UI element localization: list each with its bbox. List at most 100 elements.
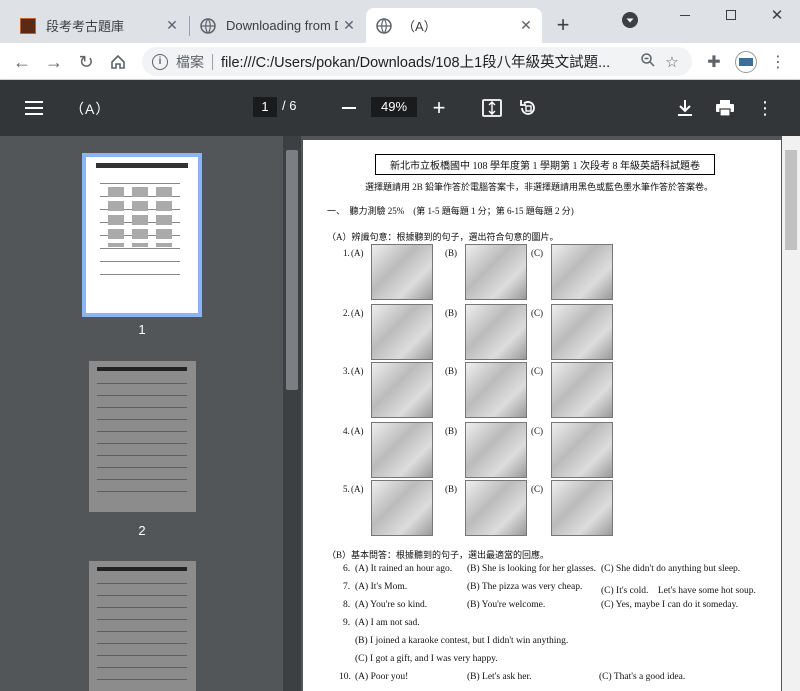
zoom-in-button[interactable]: +: [427, 95, 451, 120]
option-label: (B): [445, 426, 457, 436]
rotate-icon: [520, 100, 535, 115]
back-button[interactable]: ←: [8, 48, 36, 76]
page-scrollbar-thumb[interactable]: [785, 150, 797, 250]
answer-option: (C) She didn't do anything but sleep.: [601, 564, 741, 574]
option-label: (C): [531, 248, 543, 258]
zoom-level-input[interactable]: 49%: [371, 97, 417, 117]
fit-page-button[interactable]: [480, 96, 504, 120]
home-button[interactable]: [104, 48, 132, 76]
thumb-title-bar: [97, 367, 187, 371]
menu-icon: [25, 101, 43, 115]
answer-option: (A) It rained an hour ago.: [355, 564, 453, 574]
question-picture: [551, 362, 613, 418]
question-number: 6.: [343, 564, 351, 574]
arrow-right-icon: →: [45, 51, 63, 72]
option-label: (C): [531, 484, 543, 494]
answer-option: (C) I got a gift, and I was very happy.: [355, 654, 498, 664]
answer-option: (A) It's Mom.: [355, 582, 408, 592]
more-vert-icon: ⋮: [756, 97, 774, 118]
page-number-input[interactable]: 1: [253, 97, 277, 117]
document-title: （A）: [70, 101, 111, 117]
zoom-out-button[interactable]: [337, 96, 361, 120]
section-heading: 一、 聽力測驗 25% (第 1-5 題每題 1 分；第 6-15 題每題 2 …: [327, 206, 574, 216]
sidebar-scrollbar-thumb[interactable]: [286, 150, 298, 390]
option-label: (A): [351, 248, 364, 258]
question-number: 8.: [343, 600, 351, 610]
close-icon[interactable]: ✕: [341, 17, 357, 33]
reload-button[interactable]: ↻: [72, 48, 100, 76]
address-bar[interactable]: i 檔案 file:///C:/Users/pokan/Downloads/10…: [142, 47, 692, 76]
close-icon[interactable]: ✕: [164, 17, 180, 33]
option-label: (A): [351, 426, 364, 436]
option-label: (A): [351, 484, 364, 494]
maximize-icon: [726, 10, 736, 20]
thumbnail-page-1[interactable]: [82, 153, 202, 317]
avatar: [735, 51, 757, 73]
globe-icon: [376, 17, 392, 34]
print-button[interactable]: [713, 96, 737, 120]
browser-toolbar: ← → ↻ i 檔案 file:///C:/Users/pokan/Downlo…: [0, 43, 800, 80]
thumb-title-bar: [97, 567, 187, 571]
part-a-heading: （A）辨識句意：根據聽到的句子，選出符合句意的圖片。: [327, 232, 559, 242]
close-icon: ✕: [770, 7, 784, 24]
thumb-title-bar: [96, 163, 188, 168]
question-picture: [371, 362, 433, 418]
new-tab-button[interactable]: +: [551, 14, 575, 38]
close-window-button[interactable]: ✕: [754, 0, 800, 30]
tab-search-button[interactable]: [618, 8, 642, 32]
more-options-button[interactable]: ⋮: [753, 96, 777, 120]
question-picture: [551, 244, 613, 300]
tab-exam-bank[interactable]: 段考考古題庫 ✕: [8, 8, 188, 43]
question-number: 1.: [343, 248, 350, 258]
answer-option: (B) I joined a karaoke contest, but I di…: [355, 636, 569, 646]
question-number: 9.: [343, 618, 351, 628]
extensions-button[interactable]: ✚: [700, 48, 728, 76]
profile-button[interactable]: [732, 48, 760, 76]
total-pages-value: 6: [289, 98, 297, 113]
question-picture: [551, 480, 613, 536]
answer-option: (C) That's a good idea.: [599, 672, 686, 682]
question-picture: [465, 362, 527, 418]
option-label: (A): [351, 308, 364, 318]
minus-icon: [342, 107, 356, 109]
option-label: (B): [445, 248, 457, 258]
sidebar-toggle-button[interactable]: [22, 96, 46, 120]
pdf-toolbar: （A） 1 / 6 49% + ⋮: [0, 80, 800, 136]
option-label: (C): [531, 308, 543, 318]
option-label: (B): [445, 366, 457, 376]
tab-active-pdf[interactable]: （A） ✕: [366, 8, 542, 43]
star-icon[interactable]: ☆: [660, 53, 684, 71]
close-icon[interactable]: ✕: [518, 17, 534, 33]
page-scrollbar[interactable]: [782, 136, 800, 691]
question-picture: [551, 304, 613, 360]
thumb-content: [97, 577, 187, 691]
maximize-button[interactable]: [708, 0, 754, 30]
thumb-pictures: [132, 187, 148, 247]
thumbnail-page-2[interactable]: [89, 361, 196, 512]
zoom-icon[interactable]: [636, 52, 660, 72]
answer-option: (A) I am not sad.: [355, 618, 420, 628]
thumbnail-page-3[interactable]: [89, 561, 196, 691]
menu-button[interactable]: ⋮: [764, 48, 792, 76]
answer-option: (B) You're welcome.: [467, 600, 546, 610]
globe-icon: [200, 17, 216, 34]
rotate-button[interactable]: [516, 96, 540, 120]
tab-downloading[interactable]: Downloading from Drive ✕: [190, 8, 365, 43]
thumbnail-label: 2: [138, 523, 146, 538]
puzzle-icon: ✚: [707, 54, 721, 71]
question-number: 3.: [343, 366, 350, 376]
tab-label: （A）: [402, 19, 437, 34]
info-icon[interactable]: i: [152, 53, 168, 70]
minimize-button[interactable]: [662, 0, 708, 30]
question-picture: [371, 244, 433, 300]
instructions: 選擇題請用 2B 鉛筆作答於電腦答案卡，非選擇題請用黑色或藍色墨水筆作答於答案卷…: [365, 182, 714, 192]
question-picture: [371, 422, 433, 478]
forward-button[interactable]: →: [40, 48, 68, 76]
download-button[interactable]: [673, 96, 697, 120]
question-picture: [551, 422, 613, 478]
thumb-pictures: [156, 187, 172, 247]
chevron-down-icon: [622, 12, 638, 28]
part-b-heading: （B）基本問答：根據聽到的句子，選出最適當的回應。: [327, 550, 550, 560]
url-text[interactable]: file:///C:/Users/pokan/Downloads/108上1段八…: [221, 51, 636, 72]
question-picture: [371, 304, 433, 360]
